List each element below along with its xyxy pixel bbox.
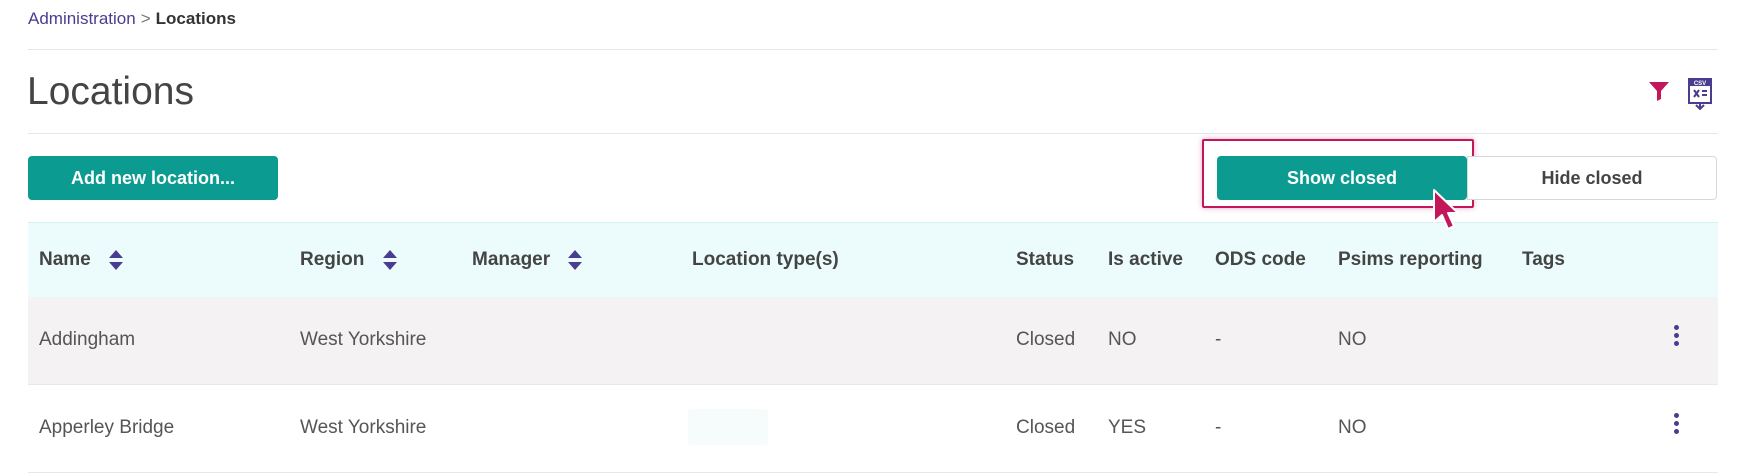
locations-table: Name Region Manager Location type(s) Sta…: [28, 222, 1718, 473]
add-new-location-button[interactable]: Add new location...: [28, 156, 278, 200]
page-title: Locations: [27, 70, 194, 113]
cell-name: Addingham: [39, 329, 136, 350]
mouse-cursor-icon: [1433, 189, 1459, 230]
row-actions-kebab-icon[interactable]: [1672, 325, 1680, 347]
locations-page: Administration > Locations Locations CSV A…: [0, 0, 1746, 473]
table-header: Name Region Manager Location type(s) Sta…: [28, 222, 1718, 297]
svg-text:CSV: CSV: [1694, 81, 1706, 87]
cell-psims: NO: [1338, 417, 1367, 438]
csv-export-icon[interactable]: CSV: [1688, 78, 1712, 110]
filter-icon[interactable]: [1648, 80, 1670, 102]
cell-is-active: NO: [1108, 329, 1137, 350]
cell-is-active: YES: [1108, 417, 1147, 438]
column-header-tags: Tags: [1522, 249, 1565, 270]
cell-name: Apperley Bridge: [39, 417, 175, 438]
column-header-ods-code: ODS code: [1215, 249, 1306, 270]
breadcrumb: Administration > Locations: [28, 9, 236, 29]
column-header-location-types: Location type(s): [692, 249, 839, 270]
sort-icon[interactable]: [108, 249, 124, 271]
column-header-label: Manager: [472, 249, 551, 271]
column-header-psims: Psims reporting: [1338, 249, 1483, 270]
cell-region: West Yorkshire: [300, 417, 427, 438]
column-header-status: Status: [1016, 249, 1075, 270]
row-actions-kebab-icon[interactable]: [1672, 413, 1680, 435]
divider: [28, 49, 1718, 50]
show-closed-button[interactable]: Show closed: [1217, 156, 1467, 200]
cell-status: Closed: [1016, 417, 1076, 438]
column-header-region[interactable]: Region: [300, 249, 398, 271]
cell-status: Closed: [1016, 329, 1076, 350]
column-header-is-active: Is active: [1108, 249, 1183, 270]
cell-psims: NO: [1338, 329, 1367, 350]
breadcrumb-current: Locations: [155, 9, 236, 28]
breadcrumb-administration-link[interactable]: Administration: [28, 9, 136, 28]
column-header-name[interactable]: Name: [39, 249, 124, 271]
divider: [28, 133, 1718, 134]
column-header-label: Name: [39, 249, 91, 271]
hide-closed-button[interactable]: Hide closed: [1467, 156, 1717, 200]
sort-icon[interactable]: [382, 249, 398, 271]
table-row[interactable]: Apperley Bridge West Yorkshire Closed YE…: [28, 385, 1718, 473]
cell-ods-code: -: [1215, 329, 1222, 350]
sort-icon[interactable]: [567, 249, 583, 271]
cell-region: West Yorkshire: [300, 329, 427, 350]
breadcrumb-separator: >: [140, 9, 151, 28]
cell-ods-code: -: [1215, 417, 1222, 438]
column-header-label: Region: [300, 249, 365, 271]
location-type-placeholder: [688, 409, 768, 445]
table-row[interactable]: Addingham West Yorkshire Closed NO - NO: [28, 297, 1718, 385]
column-header-manager[interactable]: Manager: [472, 249, 583, 271]
